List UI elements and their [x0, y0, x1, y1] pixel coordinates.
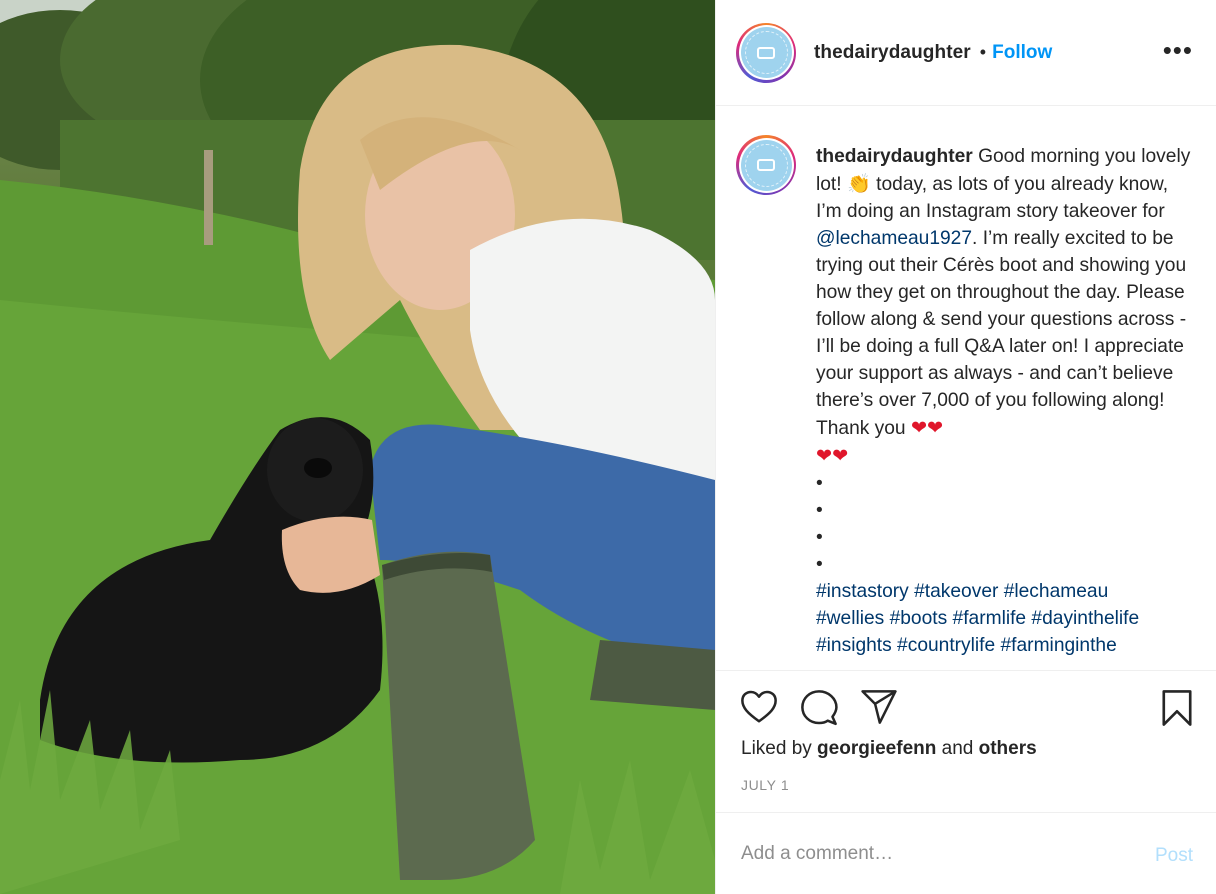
hashtag-line[interactable]: #instastory #takeover #lechameau — [816, 581, 1108, 602]
bullet: • — [816, 527, 823, 548]
caption-text-3: . I’m really excited to be trying out th… — [816, 228, 1187, 439]
post-caption: thedairydaughter Good morning you lovely… — [816, 143, 1192, 659]
caption-avatar[interactable] — [736, 135, 796, 195]
liker-username[interactable]: georgieefenn — [817, 738, 936, 759]
dairy-daughter-logo-icon — [740, 27, 792, 78]
header-separator: • — [979, 42, 987, 62]
post-side-panel: thedairydaughter • Follow ••• thedairyda… — [715, 0, 1216, 894]
share-icon[interactable] — [860, 689, 898, 725]
heart-icon[interactable] — [740, 689, 778, 725]
bullet: • — [816, 500, 823, 521]
post-date[interactable]: JULY 1 — [741, 777, 789, 793]
likes-others-link[interactable]: others — [979, 738, 1037, 759]
likes-summary: Liked by georgieefenn and others — [741, 738, 1037, 760]
post-comment-button[interactable]: Post — [1155, 845, 1193, 867]
likes-middle: and — [936, 738, 979, 759]
more-options-icon[interactable]: ••• — [1163, 37, 1193, 63]
comment-input[interactable] — [741, 842, 1121, 865]
header-username[interactable]: thedairydaughter — [814, 42, 971, 64]
post-photo[interactable] — [0, 0, 715, 894]
bookmark-icon[interactable] — [1160, 689, 1194, 727]
action-bar — [716, 670, 1216, 740]
heart-emoji-2: ❤❤ — [816, 444, 849, 467]
avatar[interactable] — [736, 22, 796, 83]
follow-button[interactable]: Follow — [992, 42, 1052, 64]
hashtag-line[interactable]: #insights #countrylife #farminginthe — [816, 635, 1117, 656]
mention-link[interactable]: @lechameau1927 — [816, 228, 972, 249]
comment-form: Post — [716, 812, 1216, 894]
wave-emoji: 👏 — [846, 172, 871, 195]
heart-emoji: ❤❤ — [910, 416, 944, 439]
bullet: • — [816, 473, 823, 494]
hashtag-line[interactable]: #wellies #boots #farmlife #dayinthelife — [816, 608, 1139, 629]
post-header: thedairydaughter • Follow ••• — [716, 0, 1216, 106]
likes-prefix: Liked by — [741, 738, 818, 759]
photo-illustration — [0, 0, 715, 894]
dairy-daughter-logo-icon — [740, 139, 792, 191]
comment-icon[interactable] — [800, 689, 838, 727]
bullet: • — [816, 554, 823, 575]
caption-username[interactable]: thedairydaughter — [816, 146, 973, 167]
comments-section[interactable]: thedairydaughter Good morning you lovely… — [716, 107, 1216, 669]
